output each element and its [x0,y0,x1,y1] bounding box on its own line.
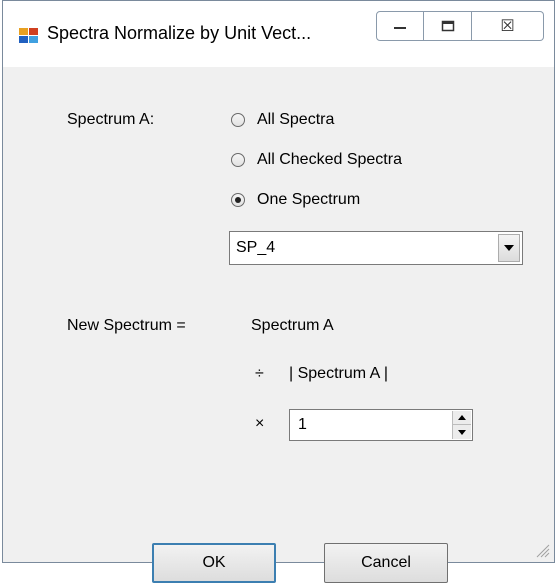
stepper-buttons [452,411,471,439]
radio-label[interactable]: All Checked Spectra [257,151,402,169]
factor-stepper[interactable]: 1 [289,409,473,441]
stepper-down-button[interactable] [453,425,471,439]
maximize-button[interactable] [424,11,472,41]
chevron-down-icon [458,429,466,435]
chevron-down-icon [504,245,514,251]
radio-button[interactable] [231,153,245,167]
close-button[interactable]: ☒ [472,11,544,41]
multiply-symbol: × [255,415,265,432]
divide-symbol: ÷ [255,365,264,382]
factor-value[interactable]: 1 [298,416,307,434]
radio-label[interactable]: One Spectrum [257,191,360,209]
chevron-up-icon [458,415,466,420]
spectrum-select-value: SP_4 [236,239,276,256]
radio-label[interactable]: All Spectra [257,111,334,129]
ok-button[interactable]: OK [152,543,276,583]
minimize-icon [394,27,406,29]
minimize-button[interactable] [376,11,424,41]
radio-button[interactable] [231,113,245,127]
resize-grip-icon[interactable] [534,542,550,558]
app-icon [19,28,38,43]
stepper-up-button[interactable] [453,411,471,425]
cancel-button[interactable]: Cancel [324,543,448,583]
close-icon: ☒ [500,18,515,35]
title-bar[interactable]: Spectra Normalize by Unit Vect... ☒ [3,1,554,67]
radio-button[interactable] [231,193,245,207]
formula-norm: | Spectrum A | [289,365,389,382]
window-title: Spectra Normalize by Unit Vect... [47,23,312,43]
spectrum-a-label: Spectrum A: [67,111,155,128]
dialog-window: Spectra Normalize by Unit Vect... ☒ Spec… [2,0,555,583]
spectrum-select[interactable]: SP_4 [229,231,523,265]
maximize-icon [441,20,454,32]
dialog-body: Spectrum A: All Spectra All Checked Spec… [15,67,543,583]
formula-numerator: Spectrum A [251,317,334,334]
dropdown-button[interactable] [498,234,520,262]
new-spectrum-label: New Spectrum = [67,317,186,334]
